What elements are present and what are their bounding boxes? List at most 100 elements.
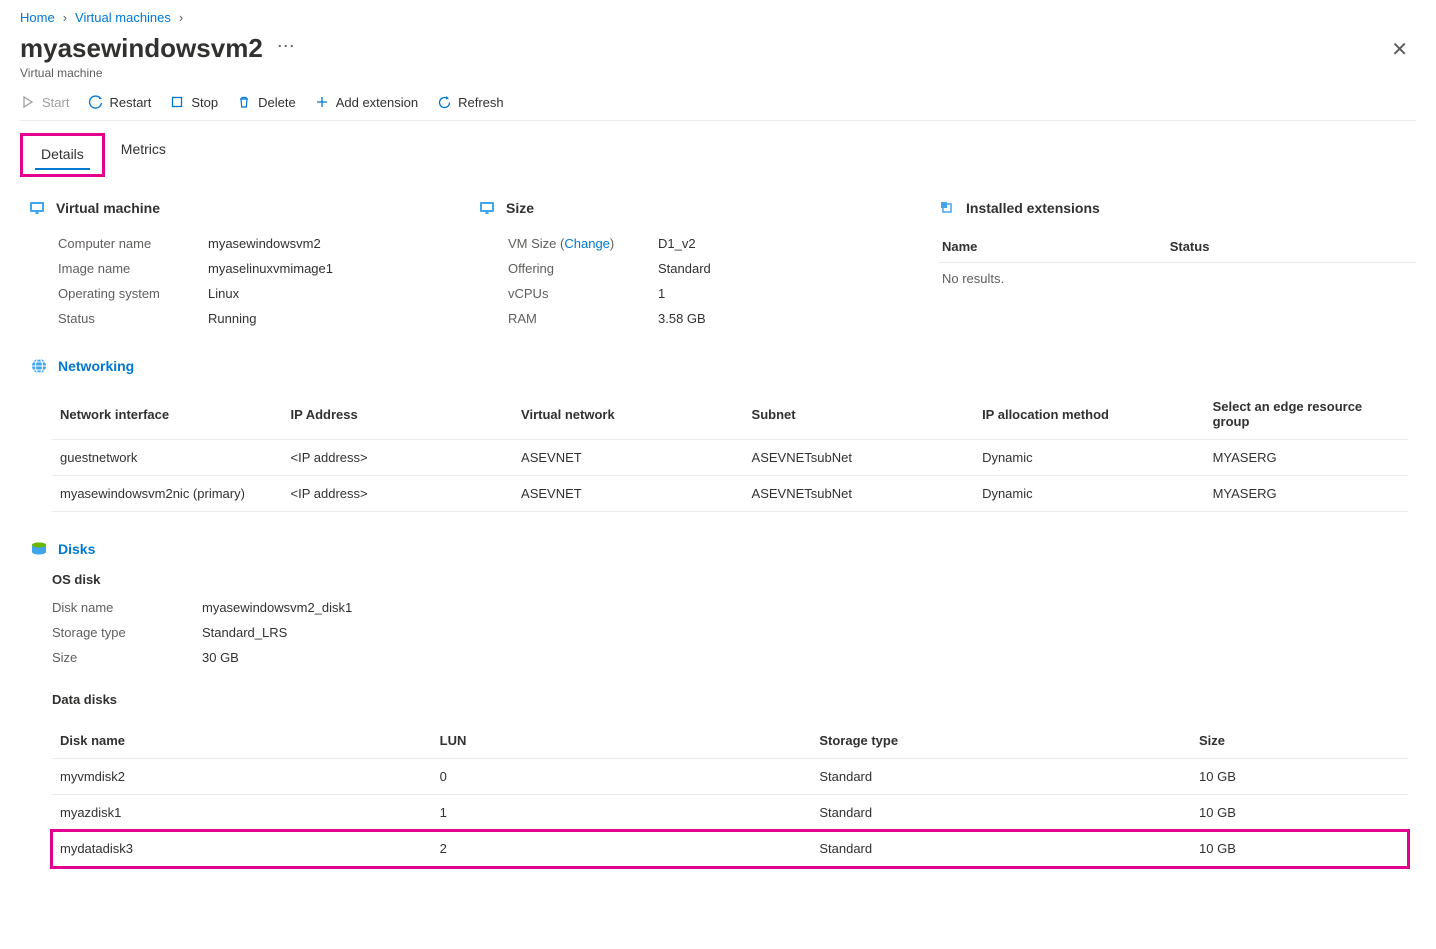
net-col-erg: Select an edge resource group [1205, 389, 1408, 440]
start-button[interactable]: Start [20, 94, 69, 110]
monitor-icon [28, 199, 46, 217]
value-vcpus: 1 [658, 286, 665, 301]
delete-label: Delete [258, 95, 296, 110]
cell-vnet: ASEVNET [513, 476, 744, 512]
cell-lun: 0 [432, 759, 812, 795]
ext-col-status: Status [1166, 231, 1416, 263]
value-os-disk-type: Standard_LRS [202, 625, 287, 640]
chevron-right-icon: › [177, 10, 185, 25]
net-col-subnet: Subnet [744, 389, 975, 440]
label-status: Status [58, 311, 208, 326]
label-os-disk-type: Storage type [52, 625, 202, 640]
chevron-right-icon: › [61, 10, 69, 25]
change-size-link[interactable]: Change [564, 236, 610, 251]
cell-lun: 1 [432, 795, 812, 831]
networking-heading-text: Networking [58, 358, 134, 374]
cell-size: 10 GB [1191, 759, 1408, 795]
toolbar: Start Restart Stop Delete Add extension … [20, 80, 1416, 121]
vm-section-heading: Virtual machine [28, 199, 478, 217]
value-status: Running [208, 311, 256, 326]
ext-empty: No results. [938, 263, 1416, 295]
disk-col-lun: LUN [432, 723, 812, 759]
stop-button[interactable]: Stop [169, 94, 218, 110]
refresh-label: Refresh [458, 95, 504, 110]
more-actions-button[interactable]: ⋯ [277, 36, 295, 57]
trash-icon [236, 94, 252, 110]
breadcrumb-vms[interactable]: Virtual machines [75, 10, 171, 25]
start-label: Start [42, 95, 69, 110]
cell-size: 10 GB [1191, 795, 1408, 831]
cell-subnet: ASEVNETsubNet [744, 476, 975, 512]
cell-alloc: Dynamic [974, 440, 1205, 476]
delete-button[interactable]: Delete [236, 94, 296, 110]
cell-size: 10 GB [1191, 831, 1408, 867]
label-vcpus: vCPUs [508, 286, 658, 301]
restart-button[interactable]: Restart [87, 94, 151, 110]
add-extension-label: Add extension [336, 95, 418, 110]
label-os-disk-name: Disk name [52, 600, 202, 615]
close-button[interactable]: ✕ [1391, 29, 1416, 62]
networking-table: Network interface IP Address Virtual net… [52, 389, 1408, 512]
cell-type: Standard [811, 759, 1191, 795]
net-col-alloc: IP allocation method [974, 389, 1205, 440]
label-offering: Offering [508, 261, 658, 276]
size-heading-text: Size [506, 200, 534, 216]
vm-size-text: VM Size [508, 236, 556, 251]
cell-name: mydatadisk3 [52, 831, 432, 867]
networking-section-heading[interactable]: Networking [30, 357, 1408, 375]
value-ram: 3.58 GB [658, 311, 706, 326]
net-col-ip: IP Address [283, 389, 514, 440]
add-extension-button[interactable]: Add extension [314, 94, 418, 110]
page-subtitle: Virtual machine [20, 66, 295, 80]
table-row[interactable]: guestnetwork<IP address>ASEVNETASEVNETsu… [52, 440, 1408, 476]
cell-ip: <IP address> [283, 440, 514, 476]
refresh-icon [436, 94, 452, 110]
ext-col-name: Name [938, 231, 1166, 263]
tab-metrics[interactable]: Metrics [105, 133, 182, 177]
table-row[interactable]: myazdisk11Standard10 GB [52, 795, 1408, 831]
label-ram: RAM [508, 311, 658, 326]
value-os: Linux [208, 286, 239, 301]
cell-name: myvmdisk2 [52, 759, 432, 795]
cell-type: Standard [811, 831, 1191, 867]
label-vm-size: VM Size (Change) [508, 236, 658, 251]
play-icon [20, 94, 36, 110]
value-image-name: myaselinuxvmimage1 [208, 261, 333, 276]
cell-nic: guestnetwork [52, 440, 283, 476]
refresh-button[interactable]: Refresh [436, 94, 504, 110]
cell-erg: MYASERG [1205, 440, 1408, 476]
table-row[interactable]: mydatadisk32Standard10 GB [52, 831, 1408, 867]
size-section-heading: Size [478, 199, 918, 217]
extensions-section-heading: Installed extensions [938, 199, 1416, 217]
label-image-name: Image name [58, 261, 208, 276]
cell-lun: 2 [432, 831, 812, 867]
disk-col-name: Disk name [52, 723, 432, 759]
disks-section-heading[interactable]: Disks [30, 540, 1408, 558]
disks-heading-text: Disks [58, 541, 95, 557]
tab-details[interactable]: Details [25, 138, 100, 172]
extensions-heading-text: Installed extensions [966, 200, 1100, 216]
label-os-disk-size: Size [52, 650, 202, 665]
table-row[interactable]: myasewindowsvm2nic (primary)<IP address>… [52, 476, 1408, 512]
cell-alloc: Dynamic [974, 476, 1205, 512]
cell-ip: <IP address> [283, 476, 514, 512]
disks-icon [30, 540, 48, 558]
net-col-nic: Network interface [52, 389, 283, 440]
value-computer-name: myasewindowsvm2 [208, 236, 321, 251]
stop-label: Stop [191, 95, 218, 110]
globe-icon [30, 357, 48, 375]
breadcrumb-home[interactable]: Home [20, 10, 55, 25]
os-disk-heading: OS disk [52, 572, 1408, 587]
stop-icon [169, 94, 185, 110]
disk-col-size: Size [1191, 723, 1408, 759]
vm-heading-text: Virtual machine [56, 200, 160, 216]
plus-icon [314, 94, 330, 110]
restart-label: Restart [109, 95, 151, 110]
label-os: Operating system [58, 286, 208, 301]
monitor-icon [478, 199, 496, 217]
net-col-vnet: Virtual network [513, 389, 744, 440]
tabs: Details Metrics [20, 127, 1416, 177]
extensions-icon [938, 199, 956, 217]
value-offering: Standard [658, 261, 711, 276]
table-row[interactable]: myvmdisk20Standard10 GB [52, 759, 1408, 795]
